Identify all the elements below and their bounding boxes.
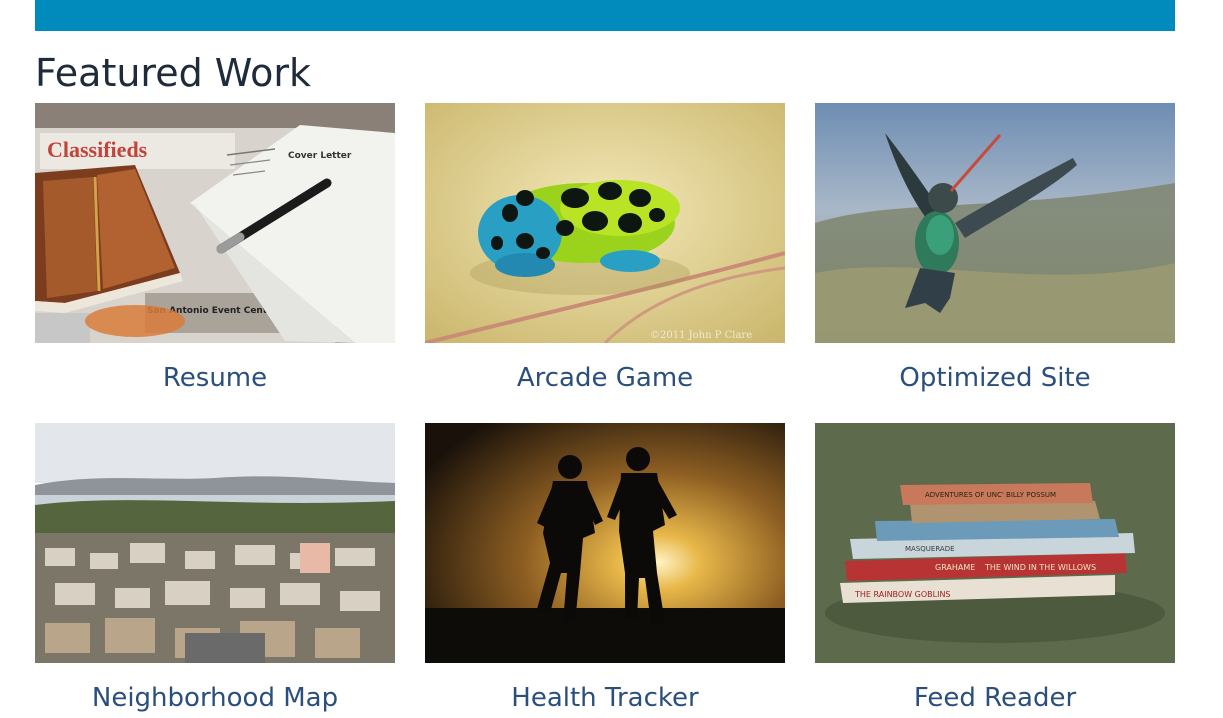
letter-heading: Cover Letter xyxy=(288,151,352,161)
photo-credit: ©2011 John P Clare xyxy=(650,330,752,341)
classifieds-photo: Classifieds San Antonio Event Cent Cover… xyxy=(35,103,395,343)
project-title-arcade-game[interactable]: Arcade Game xyxy=(425,361,785,395)
book-title-2: THE WIND IN THE WILLOWS xyxy=(984,563,1096,572)
project-card-arcade-game[interactable]: ©2011 John P Clare Arcade Game xyxy=(425,103,785,395)
project-image-resume[interactable]: Classifieds San Antonio Event Cent Cover… xyxy=(35,103,395,343)
book-title-3: MASQUERADE xyxy=(905,545,955,553)
frog-photo: ©2011 John P Clare xyxy=(425,103,785,343)
project-card-health-tracker[interactable]: Health Tracker xyxy=(425,423,785,715)
newspaper-heading: Classifieds xyxy=(47,137,148,162)
project-image-feed-reader[interactable]: THE RAINBOW GOBLINS THE WIND IN THE WILL… xyxy=(815,423,1175,663)
book-title-5: THE RAINBOW GOBLINS xyxy=(854,590,951,599)
book-title-1: ADVENTURES OF UNC' BILLY POSSUM xyxy=(925,491,1056,499)
project-card-neighborhood-map[interactable]: Neighborhood Map xyxy=(35,423,395,715)
book-title-4: GRAHAME xyxy=(935,563,975,572)
section-title: Featured Work xyxy=(35,51,312,95)
project-title-health-tracker[interactable]: Health Tracker xyxy=(425,681,785,715)
project-card-optimized-site[interactable]: Optimized Site xyxy=(815,103,1175,395)
project-image-arcade-game[interactable]: ©2011 John P Clare xyxy=(425,103,785,343)
project-title-optimized-site[interactable]: Optimized Site xyxy=(815,361,1175,395)
project-title-feed-reader[interactable]: Feed Reader xyxy=(815,681,1175,715)
runners-silhouette-photo xyxy=(425,423,785,663)
project-image-neighborhood-map[interactable] xyxy=(35,423,395,663)
stacked-books-photo: THE RAINBOW GOBLINS THE WIND IN THE WILL… xyxy=(815,423,1175,663)
hummingbird-photo xyxy=(815,103,1175,343)
project-card-feed-reader[interactable]: THE RAINBOW GOBLINS THE WIND IN THE WILL… xyxy=(815,423,1175,715)
project-card-resume[interactable]: Classifieds San Antonio Event Cent Cover… xyxy=(35,103,395,395)
project-image-optimized-site[interactable] xyxy=(815,103,1175,343)
city-aerial-photo xyxy=(35,423,395,663)
project-title-neighborhood-map[interactable]: Neighborhood Map xyxy=(35,681,395,715)
project-title-resume[interactable]: Resume xyxy=(35,361,395,395)
project-image-health-tracker[interactable] xyxy=(425,423,785,663)
top-accent-bar xyxy=(35,0,1175,31)
